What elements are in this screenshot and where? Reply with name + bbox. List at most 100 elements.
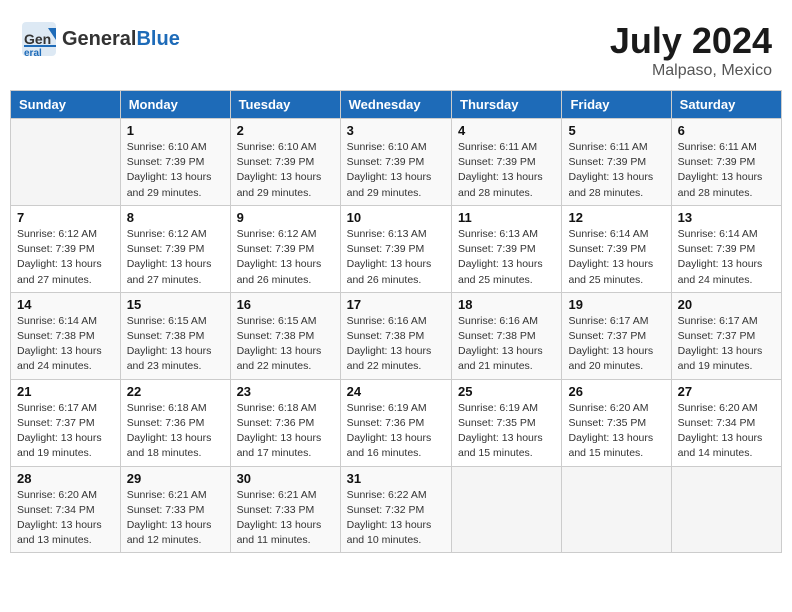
calendar-cell: 17 Sunrise: 6:16 AM Sunset: 7:38 PM Dayl… bbox=[340, 292, 451, 379]
cell-sunset: Sunset: 7:33 PM bbox=[127, 503, 224, 518]
cell-day-number: 26 bbox=[568, 384, 664, 399]
cell-sunrise: Sunrise: 6:10 AM bbox=[237, 140, 334, 155]
cell-daylight: Daylight: 13 hours and 25 minutes. bbox=[568, 257, 664, 287]
cell-sunset: Sunset: 7:38 PM bbox=[237, 329, 334, 344]
cell-sunset: Sunset: 7:38 PM bbox=[17, 329, 114, 344]
cell-sunrise: Sunrise: 6:11 AM bbox=[458, 140, 555, 155]
cell-sunset: Sunset: 7:39 PM bbox=[347, 155, 445, 170]
cell-sunset: Sunset: 7:35 PM bbox=[458, 416, 555, 431]
cell-sunrise: Sunrise: 6:13 AM bbox=[347, 227, 445, 242]
calendar-cell: 1 Sunrise: 6:10 AM Sunset: 7:39 PM Dayli… bbox=[120, 119, 230, 206]
cell-day-number: 9 bbox=[237, 210, 334, 225]
cell-sunrise: Sunrise: 6:11 AM bbox=[568, 140, 664, 155]
cell-sunrise: Sunrise: 6:18 AM bbox=[237, 401, 334, 416]
cell-day-number: 3 bbox=[347, 123, 445, 138]
cell-sunset: Sunset: 7:39 PM bbox=[347, 242, 445, 257]
cell-sunrise: Sunrise: 6:13 AM bbox=[458, 227, 555, 242]
cell-daylight: Daylight: 13 hours and 16 minutes. bbox=[347, 431, 445, 461]
calendar-cell: 3 Sunrise: 6:10 AM Sunset: 7:39 PM Dayli… bbox=[340, 119, 451, 206]
cell-daylight: Daylight: 13 hours and 20 minutes. bbox=[568, 344, 664, 374]
cell-day-number: 24 bbox=[347, 384, 445, 399]
cell-day-number: 29 bbox=[127, 471, 224, 486]
cell-sunrise: Sunrise: 6:16 AM bbox=[458, 314, 555, 329]
cell-sunset: Sunset: 7:32 PM bbox=[347, 503, 445, 518]
calendar-week-row: 14 Sunrise: 6:14 AM Sunset: 7:38 PM Dayl… bbox=[11, 292, 782, 379]
cell-day-number: 30 bbox=[237, 471, 334, 486]
cell-daylight: Daylight: 13 hours and 17 minutes. bbox=[237, 431, 334, 461]
calendar-cell bbox=[671, 466, 781, 553]
cell-day-number: 6 bbox=[678, 123, 775, 138]
cell-sunset: Sunset: 7:39 PM bbox=[237, 242, 334, 257]
cell-daylight: Daylight: 13 hours and 28 minutes. bbox=[458, 170, 555, 200]
cell-sunrise: Sunrise: 6:12 AM bbox=[127, 227, 224, 242]
calendar-cell: 2 Sunrise: 6:10 AM Sunset: 7:39 PM Dayli… bbox=[230, 119, 340, 206]
cell-sunrise: Sunrise: 6:15 AM bbox=[237, 314, 334, 329]
calendar-cell: 11 Sunrise: 6:13 AM Sunset: 7:39 PM Dayl… bbox=[452, 205, 562, 292]
cell-sunset: Sunset: 7:39 PM bbox=[458, 242, 555, 257]
cell-sunset: Sunset: 7:37 PM bbox=[678, 329, 775, 344]
cell-sunset: Sunset: 7:34 PM bbox=[17, 503, 114, 518]
cell-day-number: 5 bbox=[568, 123, 664, 138]
cell-daylight: Daylight: 13 hours and 13 minutes. bbox=[17, 518, 114, 548]
cell-sunrise: Sunrise: 6:17 AM bbox=[17, 401, 114, 416]
calendar-title: July 2024 bbox=[610, 20, 772, 62]
calendar-cell: 9 Sunrise: 6:12 AM Sunset: 7:39 PM Dayli… bbox=[230, 205, 340, 292]
cell-sunrise: Sunrise: 6:17 AM bbox=[568, 314, 664, 329]
cell-sunrise: Sunrise: 6:14 AM bbox=[678, 227, 775, 242]
cell-sunrise: Sunrise: 6:12 AM bbox=[17, 227, 114, 242]
cell-sunrise: Sunrise: 6:15 AM bbox=[127, 314, 224, 329]
calendar-cell: 16 Sunrise: 6:15 AM Sunset: 7:38 PM Dayl… bbox=[230, 292, 340, 379]
calendar-cell: 19 Sunrise: 6:17 AM Sunset: 7:37 PM Dayl… bbox=[562, 292, 671, 379]
cell-sunrise: Sunrise: 6:22 AM bbox=[347, 488, 445, 503]
cell-daylight: Daylight: 13 hours and 15 minutes. bbox=[568, 431, 664, 461]
cell-daylight: Daylight: 13 hours and 22 minutes. bbox=[347, 344, 445, 374]
calendar-cell: 14 Sunrise: 6:14 AM Sunset: 7:38 PM Dayl… bbox=[11, 292, 121, 379]
calendar-week-row: 21 Sunrise: 6:17 AM Sunset: 7:37 PM Dayl… bbox=[11, 379, 782, 466]
cell-daylight: Daylight: 13 hours and 29 minutes. bbox=[347, 170, 445, 200]
cell-day-number: 28 bbox=[17, 471, 114, 486]
calendar-week-row: 28 Sunrise: 6:20 AM Sunset: 7:34 PM Dayl… bbox=[11, 466, 782, 553]
cell-sunrise: Sunrise: 6:21 AM bbox=[237, 488, 334, 503]
cell-sunrise: Sunrise: 6:10 AM bbox=[347, 140, 445, 155]
logo-icon: Gen eral bbox=[20, 20, 58, 58]
calendar-cell: 7 Sunrise: 6:12 AM Sunset: 7:39 PM Dayli… bbox=[11, 205, 121, 292]
cell-sunrise: Sunrise: 6:19 AM bbox=[347, 401, 445, 416]
cell-daylight: Daylight: 13 hours and 27 minutes. bbox=[127, 257, 224, 287]
cell-daylight: Daylight: 13 hours and 14 minutes. bbox=[678, 431, 775, 461]
svg-text:eral: eral bbox=[24, 48, 42, 58]
cell-sunrise: Sunrise: 6:19 AM bbox=[458, 401, 555, 416]
cell-daylight: Daylight: 13 hours and 10 minutes. bbox=[347, 518, 445, 548]
cell-daylight: Daylight: 13 hours and 29 minutes. bbox=[237, 170, 334, 200]
calendar-cell: 26 Sunrise: 6:20 AM Sunset: 7:35 PM Dayl… bbox=[562, 379, 671, 466]
cell-daylight: Daylight: 13 hours and 28 minutes. bbox=[678, 170, 775, 200]
cell-sunset: Sunset: 7:39 PM bbox=[568, 155, 664, 170]
cell-sunset: Sunset: 7:37 PM bbox=[17, 416, 114, 431]
cell-sunrise: Sunrise: 6:14 AM bbox=[568, 227, 664, 242]
header-wednesday: Wednesday bbox=[340, 91, 451, 119]
calendar-cell: 5 Sunrise: 6:11 AM Sunset: 7:39 PM Dayli… bbox=[562, 119, 671, 206]
cell-sunrise: Sunrise: 6:17 AM bbox=[678, 314, 775, 329]
calendar-cell bbox=[452, 466, 562, 553]
calendar-cell: 10 Sunrise: 6:13 AM Sunset: 7:39 PM Dayl… bbox=[340, 205, 451, 292]
cell-daylight: Daylight: 13 hours and 18 minutes. bbox=[127, 431, 224, 461]
cell-sunrise: Sunrise: 6:12 AM bbox=[237, 227, 334, 242]
header-monday: Monday bbox=[120, 91, 230, 119]
calendar-header-row: Sunday Monday Tuesday Wednesday Thursday… bbox=[11, 91, 782, 119]
cell-day-number: 27 bbox=[678, 384, 775, 399]
calendar-cell: 18 Sunrise: 6:16 AM Sunset: 7:38 PM Dayl… bbox=[452, 292, 562, 379]
calendar-cell: 24 Sunrise: 6:19 AM Sunset: 7:36 PM Dayl… bbox=[340, 379, 451, 466]
cell-sunset: Sunset: 7:38 PM bbox=[127, 329, 224, 344]
cell-daylight: Daylight: 13 hours and 23 minutes. bbox=[127, 344, 224, 374]
cell-daylight: Daylight: 13 hours and 24 minutes. bbox=[678, 257, 775, 287]
cell-daylight: Daylight: 13 hours and 19 minutes. bbox=[17, 431, 114, 461]
calendar-cell: 28 Sunrise: 6:20 AM Sunset: 7:34 PM Dayl… bbox=[11, 466, 121, 553]
calendar-location: Malpaso, Mexico bbox=[610, 62, 772, 80]
cell-sunrise: Sunrise: 6:14 AM bbox=[17, 314, 114, 329]
logo: Gen eral GeneralBlue bbox=[20, 20, 180, 58]
cell-day-number: 15 bbox=[127, 297, 224, 312]
cell-sunrise: Sunrise: 6:10 AM bbox=[127, 140, 224, 155]
calendar-cell: 29 Sunrise: 6:21 AM Sunset: 7:33 PM Dayl… bbox=[120, 466, 230, 553]
header-thursday: Thursday bbox=[452, 91, 562, 119]
cell-daylight: Daylight: 13 hours and 26 minutes. bbox=[347, 257, 445, 287]
calendar-cell: 22 Sunrise: 6:18 AM Sunset: 7:36 PM Dayl… bbox=[120, 379, 230, 466]
